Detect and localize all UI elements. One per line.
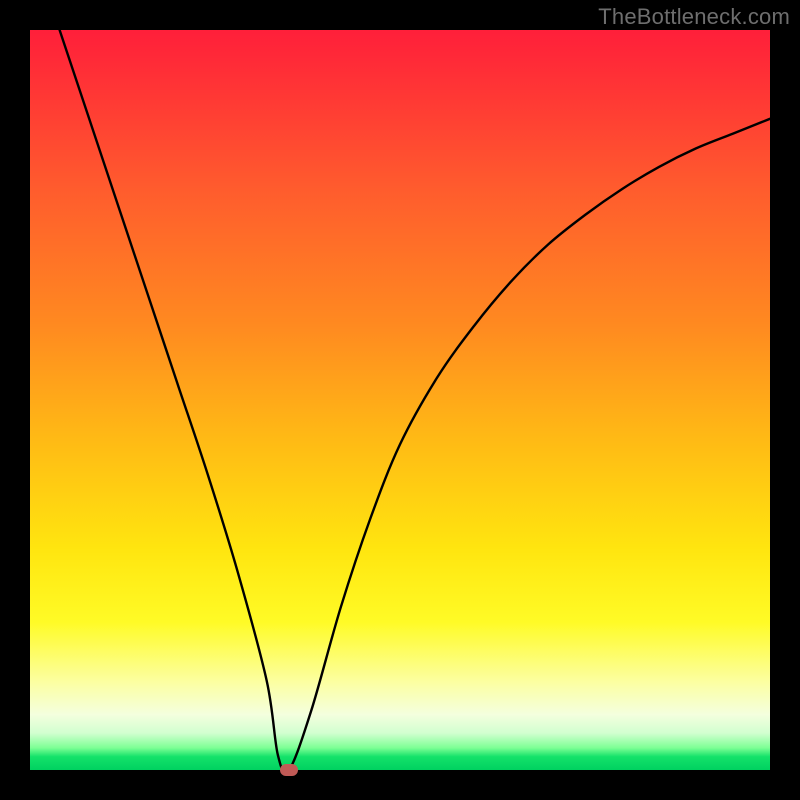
plot-area [30,30,770,770]
optimal-point-marker [280,764,298,776]
bottleneck-curve [60,30,770,770]
chart-frame: TheBottleneck.com [0,0,800,800]
curve-svg [30,30,770,770]
watermark-text: TheBottleneck.com [598,4,790,30]
